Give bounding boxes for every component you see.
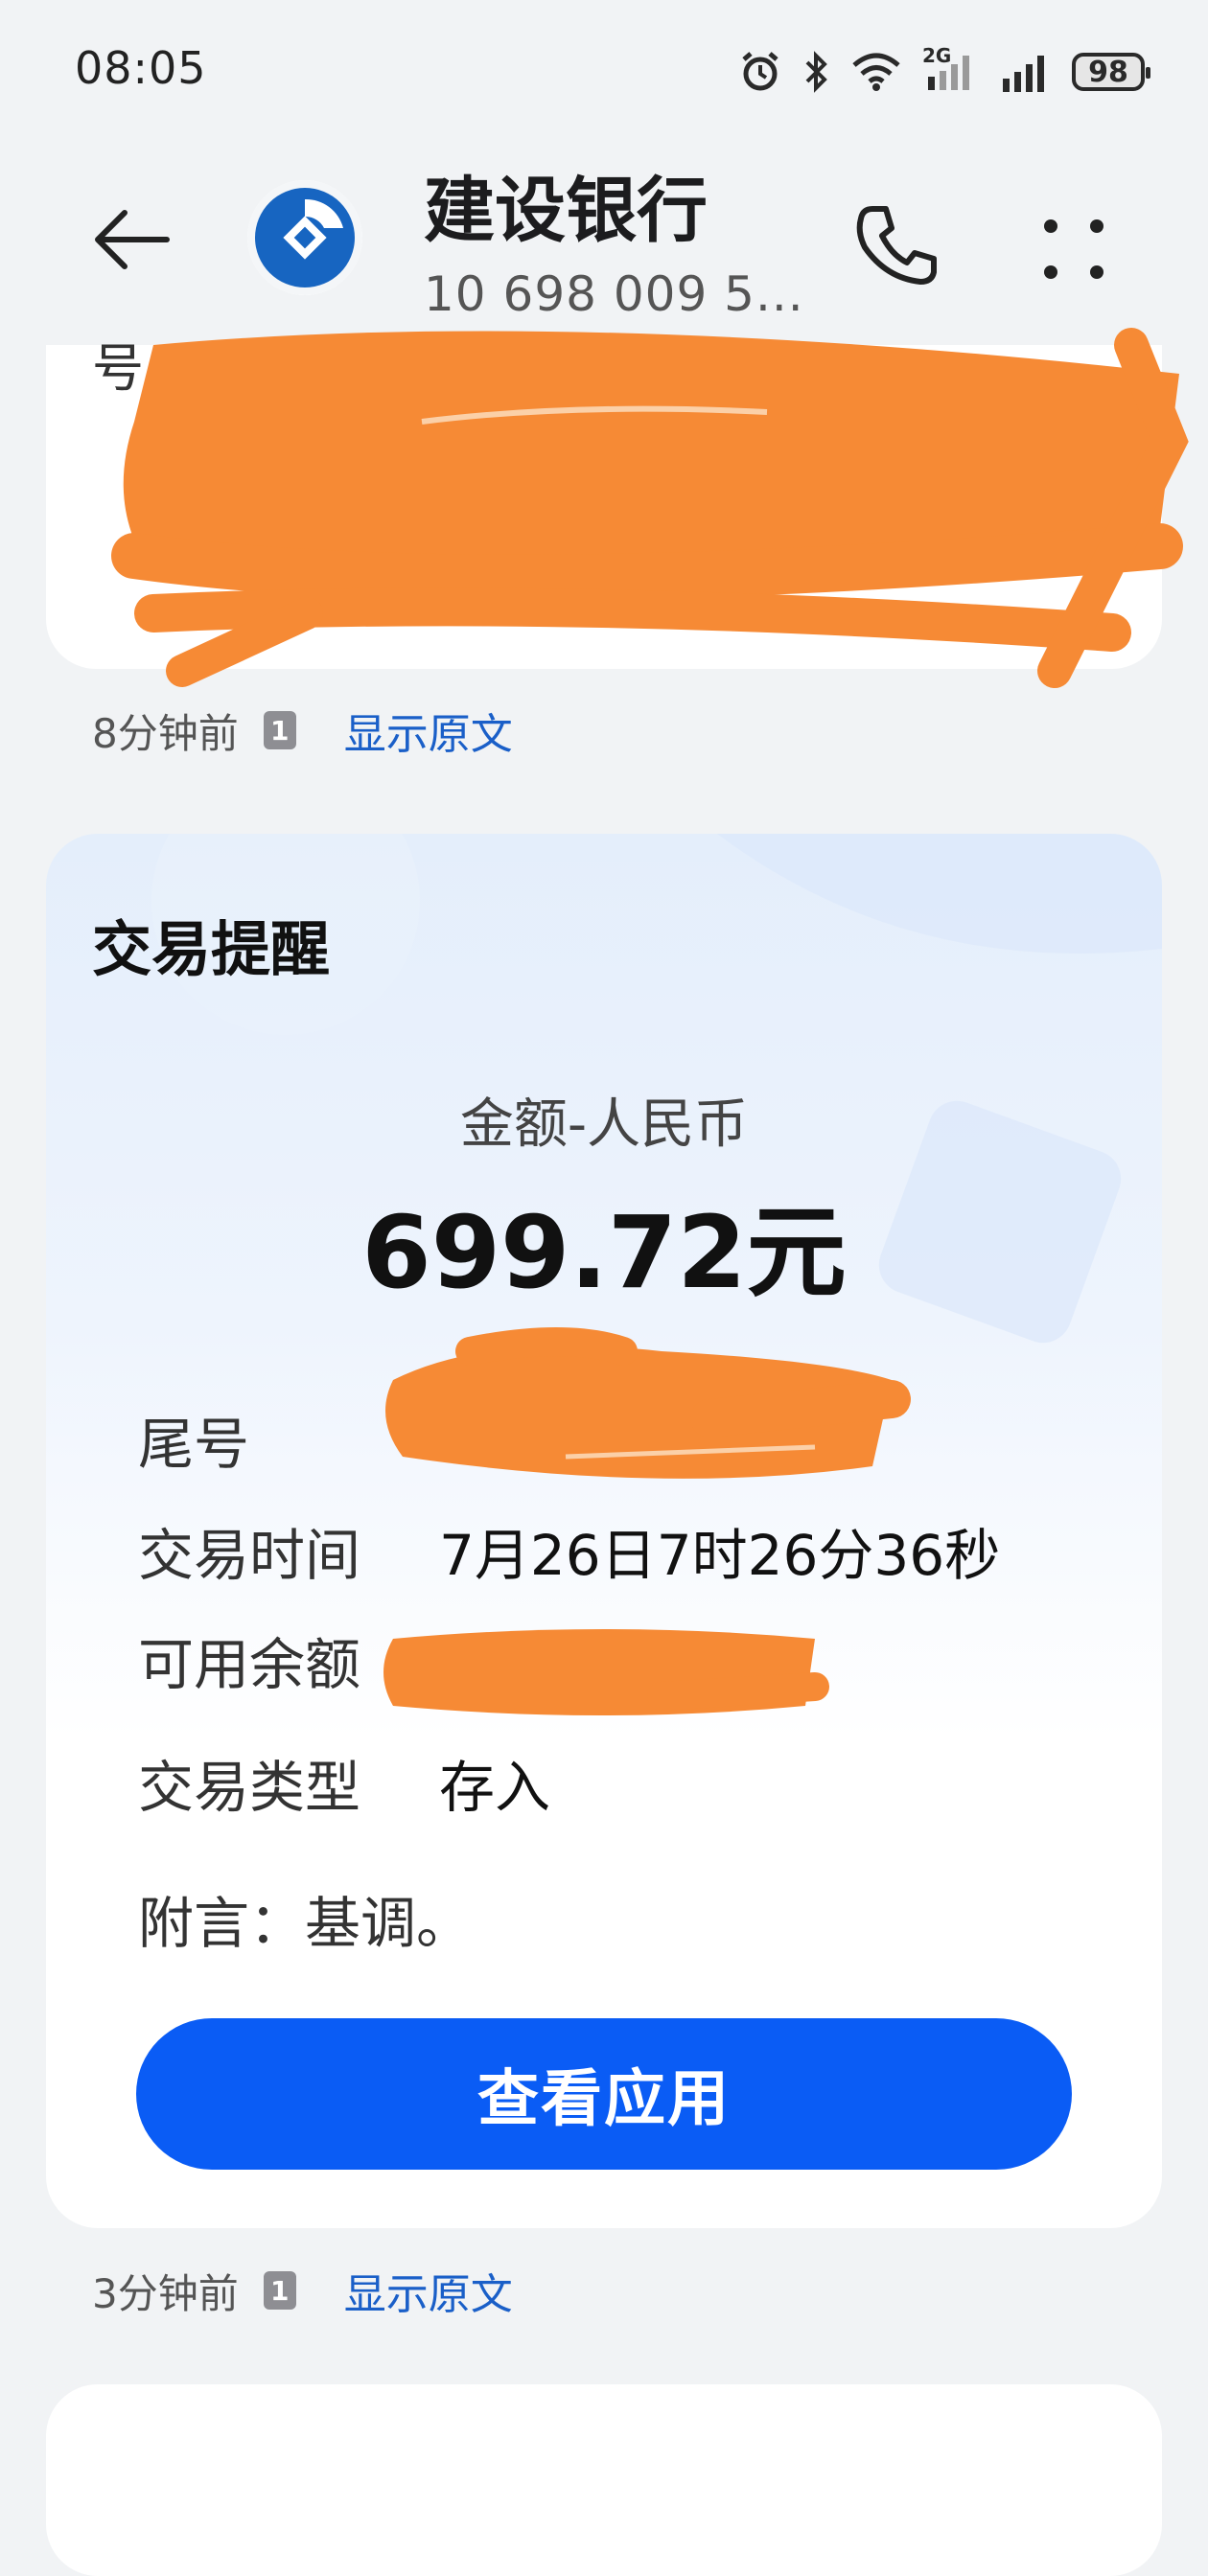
contact-number: 10 698 009 5...: [424, 266, 804, 322]
contact-name: 建设银行: [424, 170, 708, 252]
bluetooth-icon: [805, 51, 827, 93]
redaction-scribble-1: [111, 328, 1189, 688]
amount-value: 699.72元: [361, 1194, 847, 1311]
cellular-icon: [1003, 56, 1044, 92]
conversation-header: 建设银行 10 698 009 5...: [0, 144, 1208, 345]
bank-logo[interactable]: [247, 180, 362, 295]
message-bubble-3: [46, 2384, 1162, 2576]
cellular-2g-icon: 2G: [922, 44, 980, 96]
sim-badge-2: 1: [263, 2271, 296, 2310]
status-bar: 08:05 2G 98: [0, 0, 1208, 144]
transaction-type-label: 交易类型: [138, 1755, 361, 1820]
status-icons: 2G 98: [738, 44, 1150, 98]
show-original-link-2[interactable]: 显示原文: [344, 2260, 513, 2321]
message-time-1: 8分钟前: [92, 709, 239, 757]
more-icon[interactable]: [1026, 201, 1122, 297]
message-meta-2: 3分钟前 1 显示原文: [92, 2260, 513, 2321]
transaction-type-value: 存入: [439, 1755, 551, 1820]
redaction-balance: [383, 1629, 829, 1715]
show-original-link-1[interactable]: 显示原文: [344, 700, 513, 761]
transaction-note: 附言：基调。: [138, 1891, 473, 1956]
redaction-tail-number: [385, 1327, 911, 1479]
alarm-icon: [742, 52, 778, 91]
battery-level: 98: [1088, 55, 1128, 89]
status-time: 08:05: [75, 42, 207, 94]
message-time-2: 3分钟前: [92, 2269, 239, 2317]
phone-icon[interactable]: [844, 192, 949, 297]
open-app-button[interactable]: 查看应用: [136, 2018, 1072, 2170]
transaction-title: 交易提醒: [92, 914, 331, 984]
balance-label: 可用余额: [138, 1632, 361, 1697]
sim-badge-1: 1: [263, 711, 296, 749]
wifi-icon: [852, 53, 900, 91]
transaction-time-value: 7月26日7时26分36秒: [439, 1523, 1001, 1588]
amount-label: 金额-人民币: [459, 1093, 749, 1156]
transaction-time-label: 交易时间: [138, 1523, 361, 1588]
tail-number-label: 尾号: [138, 1412, 250, 1477]
message-meta-1: 8分钟前 1 显示原文: [92, 700, 513, 761]
back-arrow-icon[interactable]: [84, 192, 180, 288]
battery-icon: 98: [1072, 53, 1150, 91]
